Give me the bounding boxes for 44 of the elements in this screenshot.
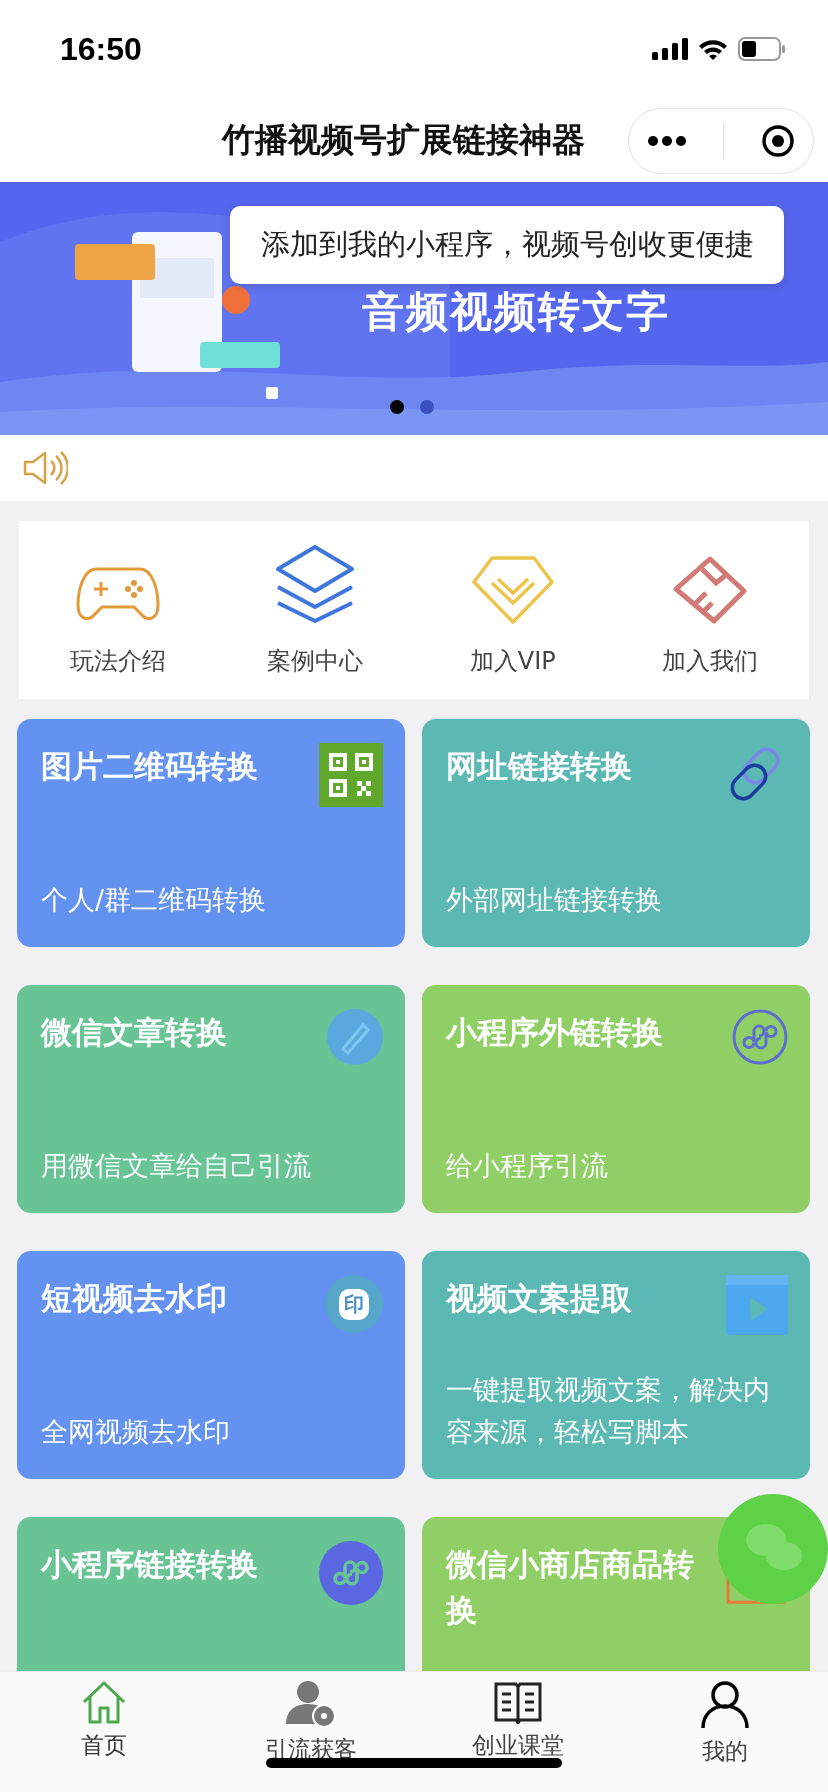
banner-headline: 音频视频转文字 — [362, 286, 670, 338]
tab-item[interactable]: 我的 — [621, 1672, 828, 1792]
battery-icon — [738, 37, 786, 61]
watermark-icon: 印 — [325, 1275, 383, 1333]
status-time: 16:50 — [60, 30, 142, 68]
more-icon[interactable] — [647, 135, 688, 147]
card-title: 小程序外链转换 — [446, 1013, 663, 1052]
close-icon[interactable] — [760, 124, 795, 158]
card-subtitle: 外部网址链接转换 — [446, 883, 663, 917]
pen-icon — [327, 1009, 383, 1065]
card-subtitle: 个人/群二维码转换 — [41, 883, 268, 917]
tab-item[interactable]: 创业课堂 — [414, 1672, 621, 1792]
card-title: 微信小商店商品转换 — [446, 1545, 695, 1630]
card-title: 网址链接转换 — [446, 747, 632, 786]
handshake-icon[interactable] — [672, 555, 749, 625]
card-subtitle: 一键提取视频文案，解决内容来源，轻松写脚本 — [446, 1373, 771, 1449]
wifi-icon — [698, 38, 728, 60]
card-title: 小程序链接转换 — [41, 1545, 258, 1584]
user-add-icon[interactable] — [285, 1680, 336, 1728]
speaker-icon — [22, 450, 68, 486]
shortcut-label[interactable]: 玩法介绍 — [69, 645, 166, 677]
video-icon — [726, 1275, 788, 1335]
card-subtitle: 全网视频去水印 — [41, 1415, 231, 1449]
mini-program-icon — [319, 1541, 383, 1605]
card-title: 视频文案提取 — [446, 1279, 632, 1318]
card-title: 微信文章转换 — [41, 1013, 227, 1052]
signal-icon — [652, 38, 688, 60]
card-title: 短视频去水印 — [41, 1279, 227, 1318]
card-title: 图片二维码转换 — [41, 747, 258, 786]
mini-program-icon — [732, 1009, 788, 1065]
card-subtitle: 用微信文章给自己引流 — [41, 1149, 312, 1183]
page-title: 竹播视频号扩展链接神器 — [222, 118, 585, 161]
feature-card[interactable]: 短视频去水印 印 全网视频去水印 — [17, 1251, 405, 1479]
shortcut-label[interactable]: 案例中心 — [267, 645, 364, 677]
diamond-check-icon[interactable] — [471, 555, 554, 625]
tab-item[interactable]: 首页 — [0, 1672, 207, 1792]
shortcut-label[interactable]: 加入我们 — [662, 645, 759, 677]
tooltip-text: 添加到我的小程序，视频号创收更便捷 — [260, 226, 754, 263]
person-icon[interactable] — [699, 1680, 750, 1730]
book-icon[interactable] — [492, 1680, 543, 1724]
qr-code-icon — [319, 743, 383, 807]
shortcut-label[interactable]: 加入VIP — [469, 645, 556, 677]
layers-icon[interactable] — [274, 543, 357, 625]
card-subtitle: 给小程序引流 — [446, 1149, 609, 1183]
